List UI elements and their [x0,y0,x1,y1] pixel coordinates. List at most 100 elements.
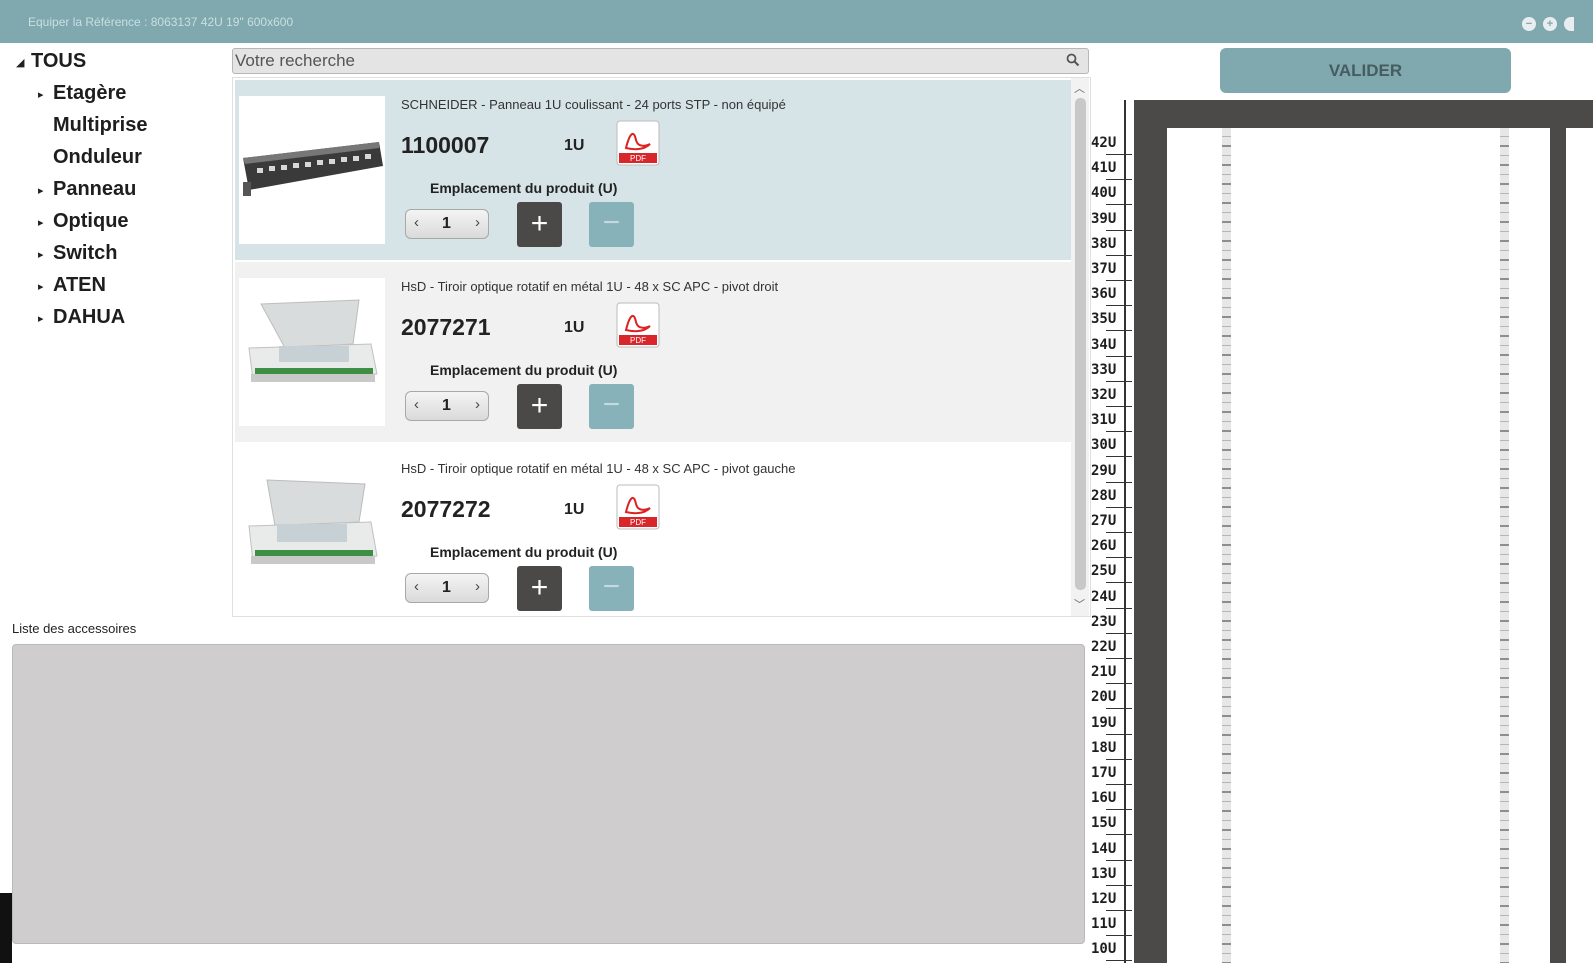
location-label: Emplacement du produit (U) [430,362,618,378]
rack-unit-tick [1106,758,1132,760]
rack-unit-label: 42U [1091,135,1117,151]
tree-expander-icon[interactable]: ▸ [38,88,44,101]
quantity-stepper[interactable]: ‹ 1 › [405,391,489,421]
quantity-stepper[interactable]: ‹ 1 › [405,209,489,239]
tree-item-optique[interactable]: Optique [53,210,129,233]
title-bar: Equiper la Référence : 8063137 42U 19" 6… [0,0,1593,43]
rack-unit-tick [1106,708,1132,710]
rack-unit-tick [1106,280,1132,281]
stepper-next-icon[interactable]: › [475,578,480,595]
rack-unit-label: 40U [1091,185,1117,202]
rack-unit-tick [1106,179,1132,181]
search-input[interactable] [235,50,1055,72]
product-card[interactable]: HsD - Tiroir optique rotatif en métal 1U… [235,262,1071,442]
rack-unit-tick [1106,406,1132,407]
rack-unit-label: 36U [1091,286,1117,303]
rack-unit-tick [1106,935,1132,937]
scrollbar-thumb[interactable] [1075,98,1086,590]
tree-item-aten[interactable]: ATEN [53,274,106,297]
location-label: Emplacement du produit (U) [430,180,618,196]
remove-button[interactable]: − [589,566,634,611]
quantity-value[interactable]: 1 [442,215,451,233]
rack-unit-label: 25U [1091,563,1117,580]
rack-unit-tick [1106,154,1132,155]
validate-button[interactable]: VALIDER [1220,48,1511,93]
accessories-list[interactable] [12,644,1085,944]
product-list-scrollbar[interactable]: ︿ ﹀ [1071,78,1089,616]
rack-unit-label: 24U [1091,588,1117,605]
rack-unit-label: 29U [1091,462,1117,479]
maximize-icon[interactable]: + [1543,17,1557,31]
rack-unit-tick [1106,683,1132,685]
rack-unit-tick [1106,859,1132,861]
tree-expander-icon[interactable]: ▸ [38,312,44,325]
minimize-icon[interactable]: − [1522,17,1536,31]
tree-expander-icon[interactable]: ▸ [38,248,44,261]
quantity-stepper[interactable]: ‹ 1 › [405,573,489,603]
remove-button[interactable]: − [589,384,634,429]
stepper-next-icon[interactable]: › [475,396,480,413]
rack-unit-tick [1106,204,1132,206]
add-button[interactable]: + [517,202,562,247]
rack-unit-label: 26U [1091,538,1117,555]
tree-expander-icon[interactable]: ▸ [38,280,44,293]
tree-item-etagere[interactable]: Etagère [53,82,126,105]
rack-unit-tick [1106,305,1132,307]
rack-unit-label: 23U [1091,613,1117,630]
tree-item-multiprise[interactable]: Multiprise [53,114,147,137]
stepper-prev-icon[interactable]: ‹ [414,578,419,595]
scroll-down-icon[interactable]: ﹀ [1074,596,1085,612]
rack-unit-label: 12U [1091,891,1117,907]
product-image [239,460,385,608]
rack-unit-tick [1106,910,1132,911]
scroll-up-icon[interactable]: ︿ [1074,80,1085,96]
rack-unit-label: 21U [1091,664,1117,681]
tree-item-panneau[interactable]: Panneau [53,178,136,201]
rack-unit-label: 32U [1091,387,1117,403]
rack-unit-label: 27U [1091,513,1117,529]
tree-expander-icon[interactable]: ▸ [38,216,44,229]
tree-item-dahua[interactable]: DAHUA [53,306,125,329]
pdf-icon[interactable]: PDF [616,120,660,166]
tree-expander-icon[interactable]: ▸ [38,184,44,197]
close-icon[interactable] [1564,17,1574,31]
rack-unit-label: 33U [1091,361,1117,378]
rack-unit-tick [1106,632,1132,634]
overlay-block [0,893,12,963]
rack-unit-label: 18U [1091,739,1117,756]
category-tree: ◢ TOUS ▸ Etagère Multiprise Onduleur ▸ Panneau ▸… [0,46,230,626]
product-card[interactable]: HsD - Tiroir optique rotatif en métal 1U… [235,444,1071,616]
tree-expander-icon[interactable]: ◢ [16,56,24,69]
quantity-value[interactable]: 1 [442,397,451,415]
tree-item-switch[interactable]: Switch [53,242,117,265]
rack-unit-label: 34U [1091,336,1117,353]
stepper-prev-icon[interactable]: ‹ [414,396,419,413]
tree-item-onduleur[interactable]: Onduleur [53,146,142,169]
stepper-next-icon[interactable]: › [475,214,480,231]
stepper-prev-icon[interactable]: ‹ [414,214,419,231]
rack-unit-tick [1106,456,1132,458]
search-icon[interactable] [1066,53,1080,67]
patch-panel-image [243,142,383,196]
pdf-icon[interactable]: PDF [616,484,660,530]
product-image [239,96,385,244]
svg-text:PDF: PDF [630,154,646,163]
rack-unit-label: 11U [1091,916,1117,933]
pdf-icon[interactable]: PDF [616,302,660,348]
rack-unit-tick [1106,380,1132,382]
rack-unit-tick [1106,884,1132,886]
rack-unit-tick [1106,809,1132,811]
add-button[interactable]: + [517,566,562,611]
product-size: 1U [564,319,585,336]
product-card[interactable]: SCHNEIDER - Panneau 1U coulissant - 24 p… [235,80,1071,260]
tree-item-tous[interactable]: TOUS [31,50,86,73]
search-box[interactable] [232,48,1089,74]
rack-unit-tick [1106,784,1132,785]
quantity-value[interactable]: 1 [442,579,451,597]
rack-unit-tick [1106,431,1132,433]
accessories-label: Liste des accessoires [12,621,137,636]
rack-unit-label: 30U [1091,437,1117,454]
add-button[interactable]: + [517,384,562,429]
product-image [239,278,385,426]
remove-button[interactable]: − [589,202,634,247]
